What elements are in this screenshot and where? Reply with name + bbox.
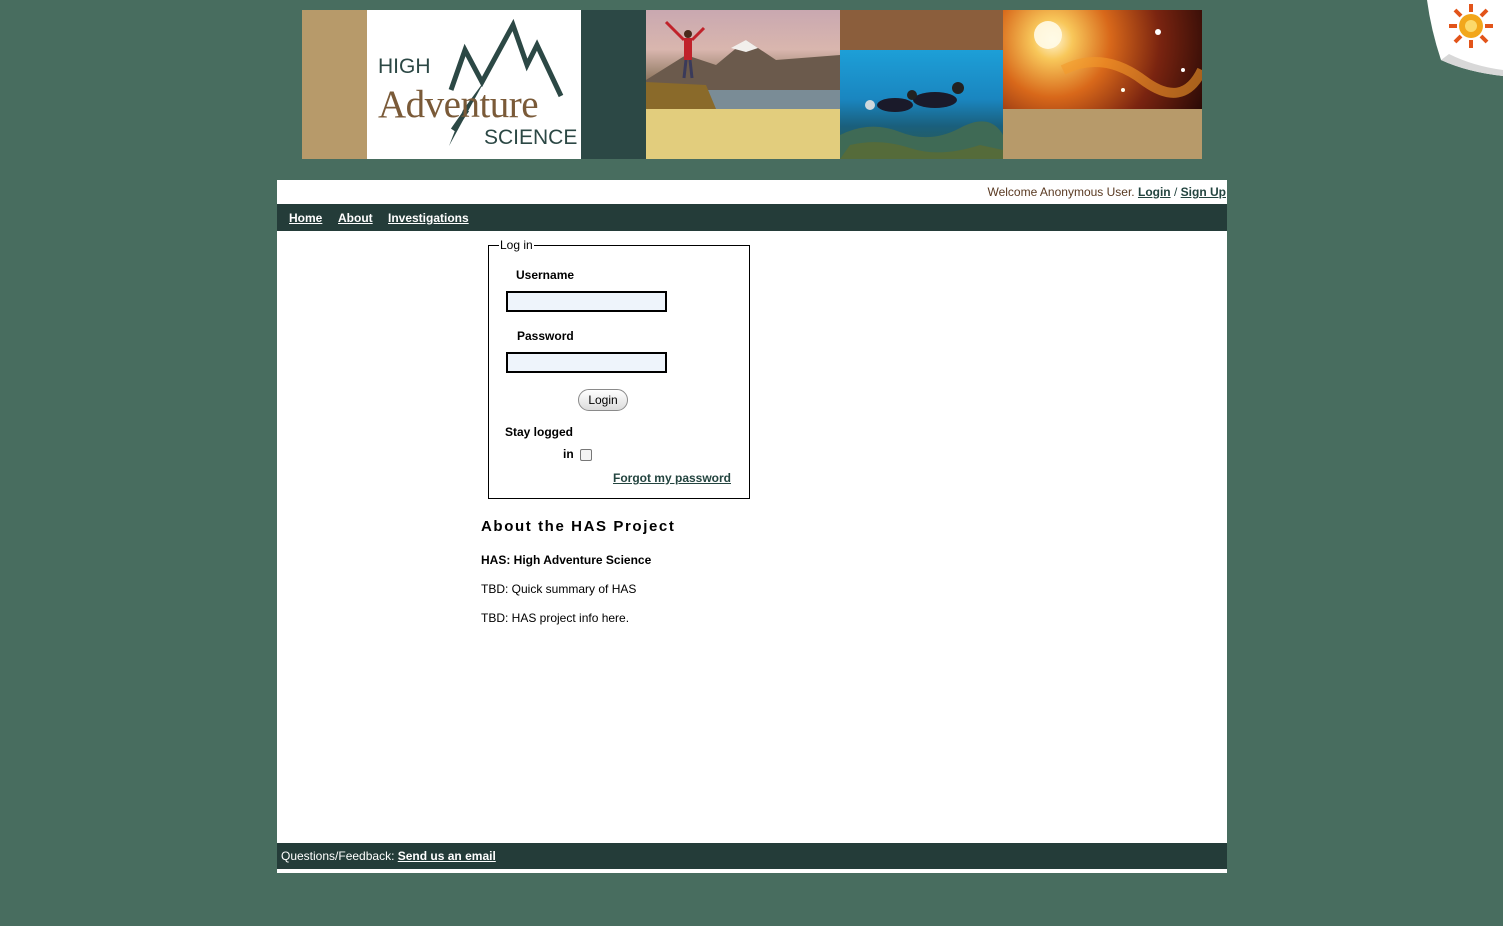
sunburst-icon xyxy=(1427,0,1503,76)
nav-bar: Home About Investigations xyxy=(277,204,1227,231)
about-heading: About the HAS Project xyxy=(481,518,676,535)
nebula-photo xyxy=(1003,10,1202,109)
stay-logged-checkbox[interactable] xyxy=(580,449,592,461)
footer-bar: Questions/Feedback: Send us an email xyxy=(277,843,1227,869)
page-curl-badge[interactable] xyxy=(1427,0,1503,76)
logo-line-science: SCIENCE xyxy=(484,126,577,149)
banner-sand-block xyxy=(646,109,840,159)
main-panel: Welcome Anonymous User. Login / Sign Up … xyxy=(277,180,1227,873)
banner-brown-block xyxy=(840,10,1003,50)
footer-text: Questions/Feedback: Send us an email xyxy=(281,849,496,863)
site-logo[interactable]: HIGH Adventure SCIENCE xyxy=(367,10,581,159)
hiker-on-mountain-photo xyxy=(646,10,840,109)
link-separator: / xyxy=(1173,185,1178,199)
about-summary: TBD: Quick summary of HAS xyxy=(481,582,637,596)
banner-dark-strip xyxy=(581,10,646,159)
about-info: TBD: HAS project info here. xyxy=(481,611,630,625)
stay-logged-label: Stay logged xyxy=(505,425,574,439)
login-legend: Log in xyxy=(499,238,534,252)
footer-label: Questions/Feedback: xyxy=(281,849,395,863)
login-button[interactable]: Login xyxy=(578,389,628,411)
scuba-divers-photo xyxy=(840,50,1003,159)
banner-tan-block xyxy=(1003,109,1202,159)
password-input[interactable] xyxy=(506,352,667,373)
welcome-bar: Welcome Anonymous User. Login / Sign Up xyxy=(987,185,1226,199)
header-banner: HIGH Adventure SCIENCE xyxy=(302,10,1202,159)
username-label: Username xyxy=(516,268,575,282)
email-link[interactable]: Send us an email xyxy=(398,849,496,863)
welcome-text: Welcome Anonymous User. xyxy=(987,185,1135,199)
username-input[interactable] xyxy=(506,291,667,312)
login-link[interactable]: Login xyxy=(1138,185,1171,199)
nav-home[interactable]: Home xyxy=(289,211,322,225)
about-subheading: HAS: High Adventure Science xyxy=(481,553,652,567)
stay-logged-label-in: in xyxy=(563,447,574,461)
logo-line-high: HIGH xyxy=(378,55,431,78)
nav-investigations[interactable]: Investigations xyxy=(388,211,469,225)
logo-mountain-icon: HIGH Adventure SCIENCE xyxy=(378,18,577,149)
nav-about[interactable]: About xyxy=(338,211,373,225)
banner-tan-strip xyxy=(302,10,367,159)
logo-line-adventure: Adventure xyxy=(378,83,538,126)
forgot-password-link[interactable]: Forgot my password xyxy=(613,471,731,485)
login-form: Log in Username Password Login Stay logg… xyxy=(488,238,750,499)
signup-link[interactable]: Sign Up xyxy=(1181,185,1226,199)
password-label: Password xyxy=(517,329,574,343)
